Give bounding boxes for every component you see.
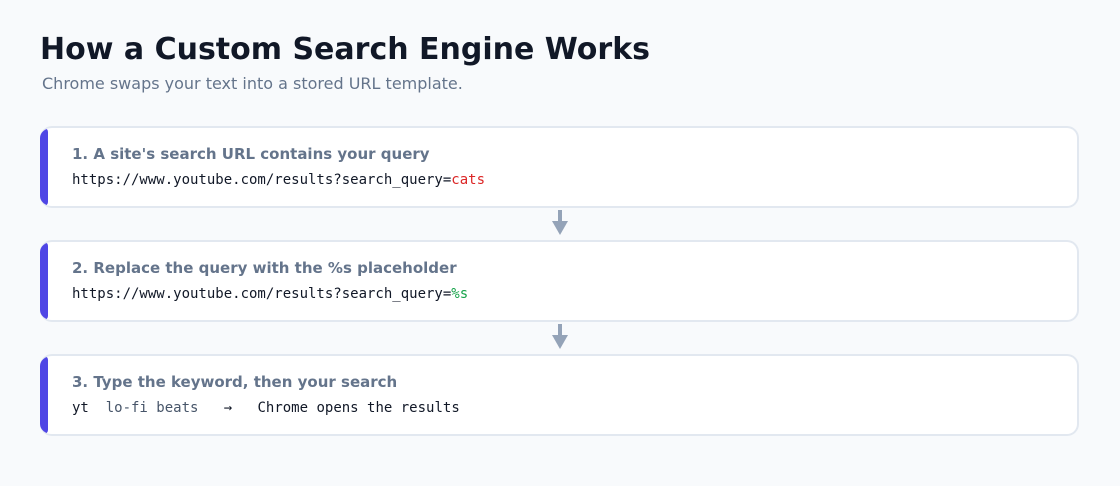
step-heading: 1. A site's search URL contains your que…: [72, 145, 430, 163]
page-subtitle: Chrome swaps your text into a stored URL…: [42, 74, 463, 93]
step-accent-bar: [40, 128, 48, 206]
search-result: Chrome opens the results: [257, 400, 460, 416]
step-usage-example: yt lo-fi beats → Chrome opens the result…: [72, 398, 460, 418]
search-keyword: yt: [72, 400, 89, 416]
url-query-value: cats: [451, 172, 486, 188]
arrow-glyph: →: [223, 400, 233, 416]
step-card-2: 2. Replace the query with the %s placeho…: [40, 240, 1079, 322]
down-arrow-icon: [552, 324, 568, 349]
step-accent-bar: [40, 242, 48, 320]
step-card-3: 3. Type the keyword, then your search yt…: [40, 354, 1079, 436]
step-accent-bar: [40, 356, 48, 434]
down-arrow-icon: [552, 210, 568, 235]
step-heading: 2. Replace the query with the %s placeho…: [72, 259, 457, 277]
step-url-example: https://www.youtube.com/results?search_q…: [72, 170, 485, 190]
step-url-template: https://www.youtube.com/results?search_q…: [72, 284, 468, 304]
step-heading: 3. Type the keyword, then your search: [72, 373, 398, 391]
page-title: How a Custom Search Engine Works: [40, 32, 651, 67]
url-base: https://www.youtube.com/results?search_q…: [72, 286, 452, 302]
step-card-1: 1. A site's search URL contains your que…: [40, 126, 1079, 208]
url-base: https://www.youtube.com/results?search_q…: [72, 172, 452, 188]
url-placeholder: %s: [451, 286, 469, 302]
search-query: lo-fi beats: [105, 400, 199, 416]
